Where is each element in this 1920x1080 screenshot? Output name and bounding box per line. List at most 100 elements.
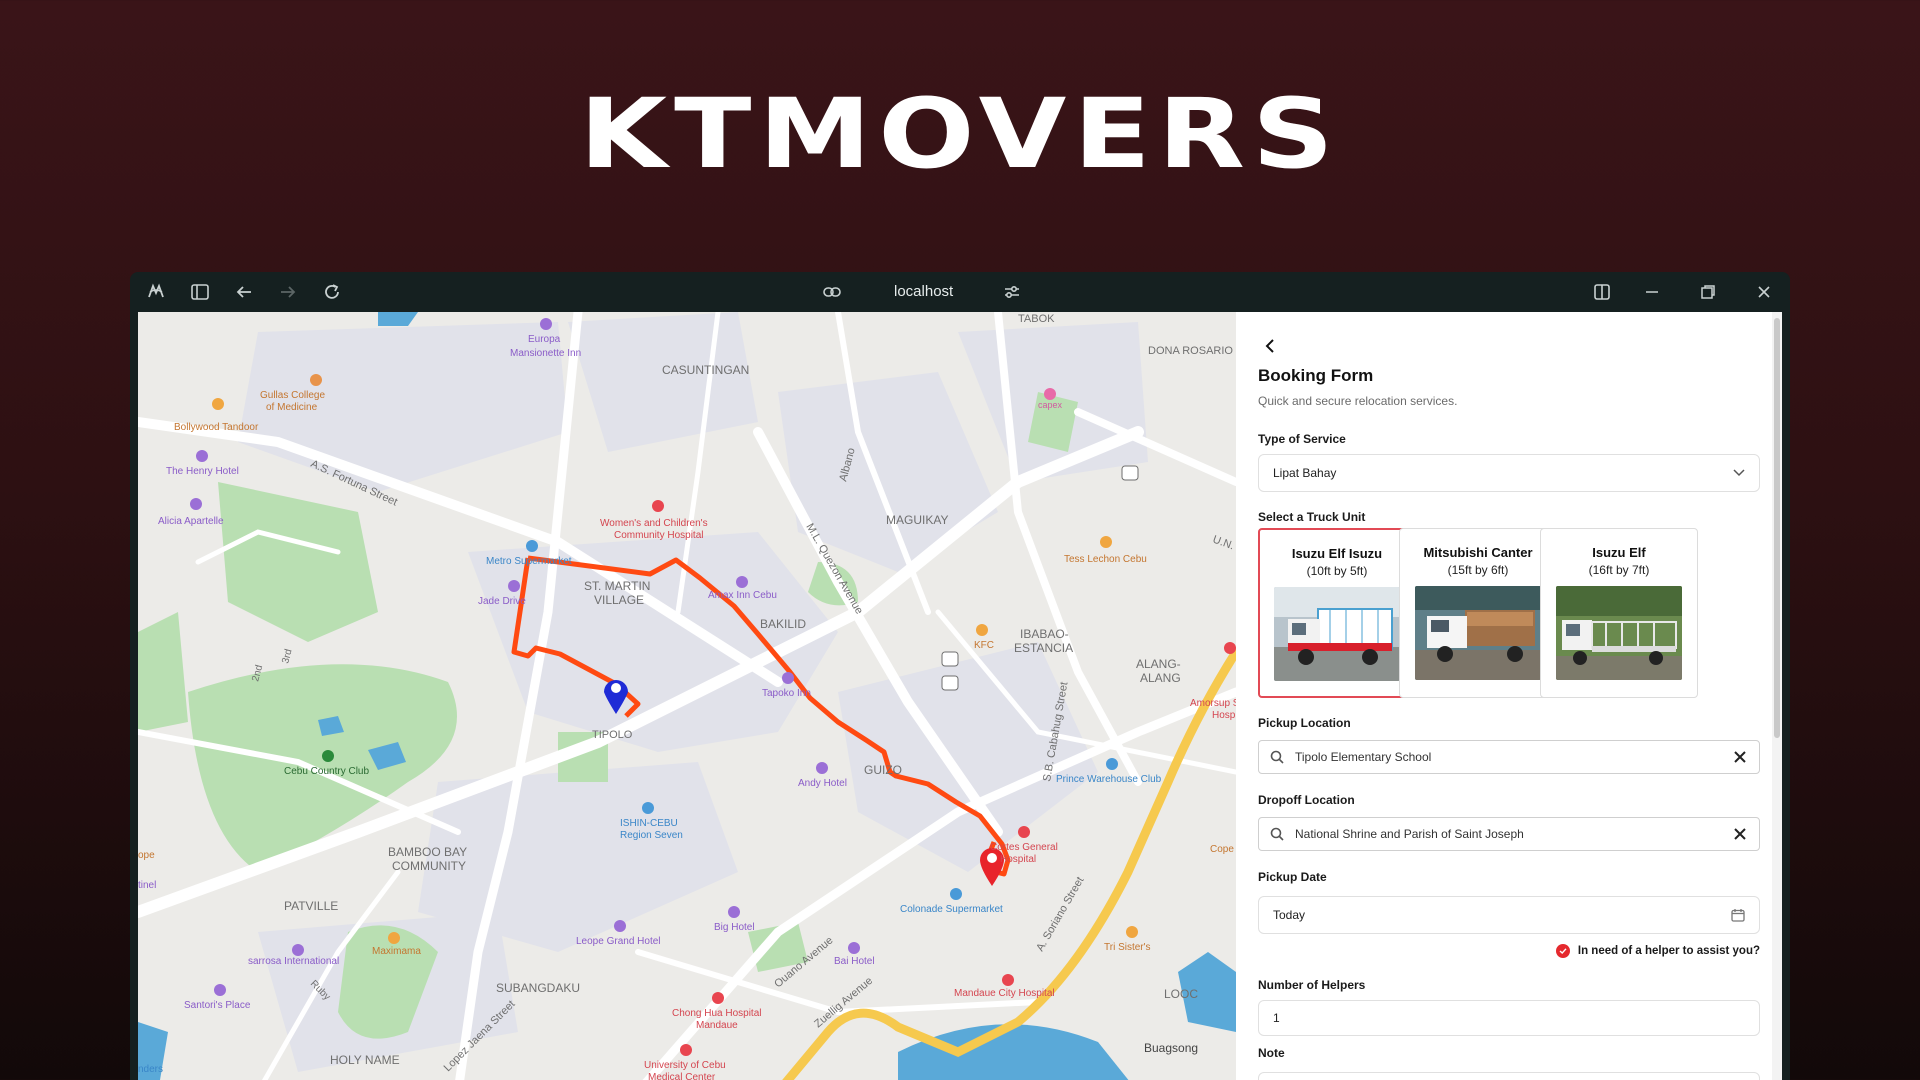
helpers-count-input[interactable]: 1 [1258, 1000, 1760, 1036]
map-label: TABOK [1018, 313, 1055, 325]
map-label: Amax Inn Cebu [708, 590, 777, 601]
service-type-value: Lipat Bahay [1273, 466, 1337, 480]
pickup-location-input[interactable]: Tipolo Elementary School [1258, 740, 1760, 774]
map-label: Bollywood Tandoor [174, 422, 259, 433]
map-label: CASUNTINGAN [662, 363, 749, 377]
map-label: MAGUIKAY [886, 513, 948, 527]
address-bar-url[interactable]: localhost [894, 283, 953, 300]
site-settings-icon[interactable] [1000, 280, 1024, 304]
map-label: Prince Warehouse Club [1056, 774, 1162, 785]
map-label: Cope [1210, 844, 1234, 855]
dropoff-location-label: Dropoff Location [1258, 793, 1355, 807]
map-label: SUBANGDAKU [496, 981, 580, 995]
map-label: ESTANCIA [1014, 641, 1073, 655]
calendar-icon[interactable] [1731, 908, 1745, 922]
close-window-icon[interactable] [1752, 280, 1776, 304]
map-label: University of Cebu [644, 1060, 726, 1071]
scrollbar[interactable] [1772, 312, 1782, 1080]
map-label: Region Seven [620, 830, 683, 841]
truck-dimensions: (16ft by 7ft) [1588, 563, 1650, 577]
chevron-left-icon [1265, 339, 1274, 353]
page-viewport: TABOK DONA ROSARIO VILLAGE CASUNTINGAN E… [138, 312, 1782, 1080]
map-label: Bai Hotel [834, 956, 875, 967]
map-label: Mansionette Inn [510, 348, 581, 359]
map-label: Tess Lechon Cebu [1064, 554, 1147, 565]
minimize-icon[interactable] [1640, 280, 1664, 304]
map-label: Women's and Children's [600, 518, 708, 529]
chevron-down-icon [1733, 469, 1745, 477]
search-icon [1269, 749, 1285, 765]
map-label: ALANG- [1136, 657, 1181, 671]
clear-pickup-icon[interactable] [1731, 748, 1749, 766]
map-label: BAKILID [760, 617, 806, 631]
map-view[interactable]: TABOK DONA ROSARIO VILLAGE CASUNTINGAN E… [138, 312, 1236, 1080]
pickup-date-label: Pickup Date [1258, 870, 1327, 884]
browser-titlebar: localhost [130, 272, 1790, 312]
map-label: BAMBOO BAY [388, 845, 467, 859]
map-label: PATVILLE [284, 899, 338, 913]
map-label: Community Hospital [614, 530, 703, 541]
map-label: Mandaue [696, 1020, 738, 1031]
truck-unit-label: Select a Truck Unit [1258, 510, 1366, 524]
reload-icon[interactable] [320, 280, 344, 304]
map-label: Medical Center [648, 1072, 716, 1080]
truck-image [1274, 587, 1400, 681]
truck-dimensions: (15ft by 6ft) [1447, 563, 1509, 577]
map-label: VILLAGE [594, 593, 644, 607]
map-label: of Medicine [266, 402, 318, 413]
map-label: Big Hotel [714, 922, 755, 933]
note-label: Note [1258, 1046, 1285, 1060]
helper-checkbox[interactable]: In need of a helper to assist you? [1555, 944, 1760, 958]
map-label: ALANG [1140, 671, 1181, 685]
link-icon[interactable] [820, 280, 844, 304]
map-label: Hospital [1000, 854, 1036, 865]
map-label: Andy Hotel [798, 778, 847, 789]
map-label: Europa [528, 334, 561, 345]
checkmark-icon [1555, 944, 1570, 958]
map-label: GUIZO [864, 763, 902, 777]
truck-card-mitsubishi-canter[interactable]: Mitsubishi Canter (15ft by 6ft) [1399, 528, 1557, 698]
search-icon [1269, 826, 1285, 842]
map-label: HOLY NAME [330, 1053, 400, 1067]
map-label: Hosp [1212, 710, 1236, 721]
truck-name: Isuzu Elf [1592, 545, 1646, 560]
pickup-location-value: Tipolo Elementary School [1295, 750, 1432, 764]
map-label: capex [1038, 400, 1063, 410]
hero-title: KTMOVERS [579, 78, 1341, 190]
map-label: Metro Supermarket [486, 556, 572, 567]
clear-dropoff-icon[interactable] [1731, 825, 1749, 843]
scrollbar-thumb[interactable] [1774, 318, 1780, 738]
split-view-icon[interactable] [1590, 280, 1614, 304]
dropoff-location-input[interactable]: National Shrine and Parish of Saint Jose… [1258, 817, 1760, 851]
browser-window: localhost TABOK DONA ROSARIO CASUNTINGAN… [130, 272, 1790, 1080]
pickup-date-input[interactable]: Today [1258, 896, 1760, 934]
truck-card-isuzu-elf-isuzu[interactable]: Isuzu Elf Isuzu (10ft by 5ft) [1258, 528, 1416, 698]
map-label: Tapoko Inn [762, 688, 811, 699]
back-arrow-icon[interactable] [232, 280, 256, 304]
helper-checkbox-label: In need of a helper to assist you? [1577, 945, 1760, 957]
truck-image [1415, 586, 1541, 680]
browser-logo-icon[interactable] [144, 280, 168, 304]
sidebar-toggle-icon[interactable] [188, 280, 212, 304]
map-label: KFC [974, 640, 994, 651]
map-label: Buagsong [1144, 1041, 1198, 1055]
map-label: Chong Hua Hospital [672, 1008, 762, 1019]
map-label: TIPOLO [592, 729, 633, 741]
map-label: tinel [138, 880, 156, 891]
restore-icon[interactable] [1696, 280, 1720, 304]
map-label: nders [138, 1064, 163, 1075]
truck-name: Mitsubishi Canter [1423, 545, 1533, 560]
helpers-count-label: Number of Helpers [1258, 978, 1366, 992]
map-label: Alicia Apartelle [158, 516, 224, 527]
map-label: sarrosa International [248, 956, 339, 967]
map-label: Gullas College [260, 390, 325, 401]
map-label: Amorsup S [1190, 698, 1236, 709]
map-label: ope [138, 850, 155, 861]
back-button[interactable] [1258, 334, 1282, 358]
truck-card-isuzu-elf[interactable]: Isuzu Elf (16ft by 7ft) [1540, 528, 1698, 698]
note-textarea[interactable] [1258, 1072, 1760, 1080]
map-label: Maximama [372, 946, 421, 957]
service-type-select[interactable]: Lipat Bahay [1258, 454, 1760, 492]
map-label: Cebu Country Club [284, 766, 369, 777]
forward-arrow-icon[interactable] [276, 280, 300, 304]
